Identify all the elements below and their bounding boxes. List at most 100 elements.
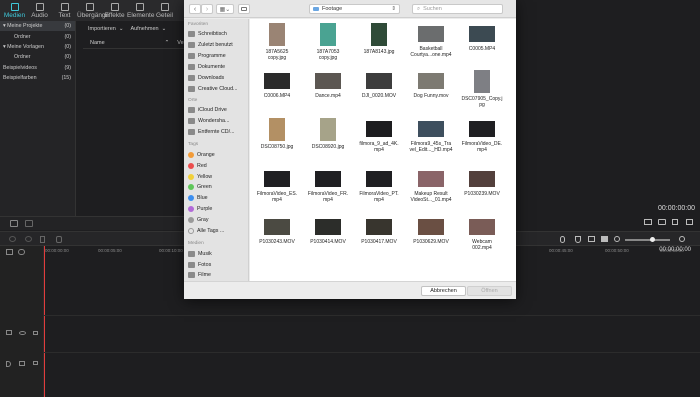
search-input[interactable]: ⌕ Suchen bbox=[412, 4, 503, 14]
import-chevron-icon[interactable]: ⌄ bbox=[119, 26, 124, 32]
editor-tab-3[interactable]: Übergänge bbox=[77, 3, 109, 21]
file-item[interactable]: P1030414.MOV bbox=[302, 216, 354, 245]
file-item[interactable]: FilmoraVideo_ES. mp4 bbox=[251, 168, 303, 203]
name-column-header[interactable]: Name bbox=[90, 40, 105, 46]
sidebar-favorite-item[interactable]: Zuletzt benutzt bbox=[188, 40, 248, 50]
sidebar-location-item[interactable]: iCloud Drive bbox=[188, 105, 248, 115]
sidebar-media-item[interactable]: Filme bbox=[188, 270, 248, 280]
sidebar-tag-item[interactable]: Gray bbox=[188, 215, 248, 225]
sidebar-tag-item[interactable]: Yellow bbox=[188, 172, 248, 182]
zoom-out-icon[interactable] bbox=[614, 236, 620, 242]
location-select[interactable]: Footage ⇕ bbox=[309, 4, 400, 14]
redo-icon[interactable] bbox=[25, 236, 32, 242]
open-button[interactable]: Öffnen bbox=[467, 286, 512, 296]
sort-icon[interactable]: ⌃ bbox=[165, 40, 170, 46]
fullscreen-icon[interactable] bbox=[686, 219, 693, 225]
cut-icon[interactable] bbox=[56, 236, 62, 243]
file-item[interactable]: P1030243.MOV bbox=[251, 216, 303, 245]
subtitle-icon[interactable] bbox=[588, 236, 595, 242]
folder-icon bbox=[313, 7, 319, 11]
undo-icon[interactable] bbox=[9, 236, 16, 242]
sidebar-media-item[interactable]: Musik bbox=[188, 249, 248, 259]
monitor-icon[interactable] bbox=[644, 219, 652, 225]
file-item[interactable]: 187A8143.jpg bbox=[353, 23, 405, 55]
file-item[interactable]: 187A5625 copy.jpg bbox=[251, 23, 303, 61]
sidebar-favorite-item[interactable]: Creative Cloud... bbox=[188, 84, 248, 94]
editor-tab-6[interactable]: Geteil bbox=[152, 3, 177, 21]
file-item[interactable]: P1030629.MOV bbox=[405, 216, 457, 245]
sidebar-media-item[interactable]: Fotos bbox=[188, 260, 248, 270]
editor-tab-0[interactable]: Medien bbox=[2, 3, 27, 22]
sidebar-tag-item[interactable]: Orange bbox=[188, 150, 248, 160]
folder-icon[interactable] bbox=[25, 220, 33, 227]
file-item[interactable]: P1030417.MOV bbox=[353, 216, 405, 245]
link-icon[interactable] bbox=[18, 249, 25, 255]
file-item[interactable]: DSC08920.jpg bbox=[302, 118, 354, 150]
sidebar-favorite-item[interactable]: Schreibtisch bbox=[188, 29, 248, 39]
zoom-slider-thumb[interactable] bbox=[650, 237, 655, 242]
mic-icon[interactable] bbox=[560, 236, 565, 243]
library-item[interactable]: ▾ Meine Projekte (0) bbox=[0, 21, 75, 32]
import-button[interactable]: Importieren bbox=[88, 26, 116, 32]
volume-icon[interactable] bbox=[672, 219, 678, 225]
sidebar-favorite-item[interactable]: Downloads bbox=[188, 73, 248, 83]
delete-icon[interactable] bbox=[40, 236, 45, 243]
file-item[interactable]: Makeup Result VideoSt..._01.mp4 bbox=[405, 168, 457, 203]
forward-button[interactable]: › bbox=[201, 4, 213, 14]
sidebar-tag-item[interactable]: Blue bbox=[188, 193, 248, 203]
sidebar-favorite-item[interactable]: Dokumente bbox=[188, 62, 248, 72]
new-folder-button[interactable] bbox=[238, 4, 250, 14]
file-item[interactable]: FilmoraVideo_PT. mp4 bbox=[353, 168, 405, 203]
file-item[interactable]: FilmoraVideo_FR. mp4 bbox=[302, 168, 354, 203]
file-item[interactable]: FilmoraVideo_DE. mp4 bbox=[456, 118, 508, 153]
editor-tab-5[interactable]: Elemente bbox=[127, 3, 154, 21]
zoom-in-icon[interactable] bbox=[679, 236, 685, 242]
file-item[interactable]: Webcam 002.mp4 bbox=[456, 216, 508, 251]
lock-icon[interactable] bbox=[33, 331, 38, 335]
record-chevron-icon[interactable]: ⌄ bbox=[162, 26, 167, 32]
editor-tab-1[interactable]: Audio bbox=[27, 3, 52, 21]
audio-mixer-icon[interactable] bbox=[601, 236, 608, 242]
file-item[interactable]: DSC08750.jpg bbox=[251, 118, 303, 150]
library-item[interactable]: Ordner (0) bbox=[0, 31, 75, 41]
file-item[interactable]: C0005.MP4 bbox=[456, 23, 508, 52]
video-track-icon bbox=[6, 330, 12, 335]
shield-icon[interactable] bbox=[575, 236, 581, 243]
file-item[interactable]: C0006.MP4 bbox=[251, 70, 303, 99]
sidebar-tag-item[interactable]: Green bbox=[188, 182, 248, 192]
new-folder-icon[interactable] bbox=[10, 220, 18, 227]
library-item[interactable]: ▾ Meine Vorlagen (0) bbox=[0, 42, 75, 52]
eye-icon[interactable] bbox=[19, 331, 26, 335]
sidebar-favorite-item[interactable]: Programme bbox=[188, 51, 248, 61]
sidebar-location-item[interactable]: Wondersha... bbox=[188, 116, 248, 126]
back-button[interactable]: ‹ bbox=[189, 4, 201, 14]
file-item[interactable]: DJI_0020.MOV bbox=[353, 70, 405, 99]
file-item[interactable]: DSC07905_Copy.j pg bbox=[456, 70, 508, 108]
file-name: Filmora9_45s_Tra vel_Edit..._HD.mp4 bbox=[409, 141, 453, 154]
library-item[interactable]: Ordner (0) bbox=[0, 52, 75, 62]
zoom-slider[interactable] bbox=[625, 239, 670, 241]
file-item[interactable]: filmora_9_ad_4K. mp4 bbox=[353, 118, 405, 153]
record-button[interactable]: Aufnehmen bbox=[130, 26, 158, 32]
camera-icon[interactable] bbox=[658, 219, 666, 225]
cancel-button[interactable]: Abbrechen bbox=[421, 286, 466, 296]
sidebar-tag-item[interactable]: Purple bbox=[188, 204, 248, 214]
file-item[interactable]: Basketball Courtya...one.mp4 bbox=[405, 23, 457, 58]
editor-tab-2[interactable]: Text bbox=[52, 3, 77, 21]
lock-icon[interactable] bbox=[33, 361, 38, 365]
sidebar-tag-item[interactable]: Alle Tags ... bbox=[188, 226, 248, 236]
add-track-icon[interactable] bbox=[6, 249, 13, 255]
editor-tab-4[interactable]: Effekte bbox=[102, 3, 127, 21]
playhead[interactable] bbox=[44, 246, 45, 397]
file-item[interactable]: 187A7053 copy.jpg bbox=[302, 23, 354, 61]
library-item[interactable]: Beispielfarben (15) bbox=[0, 73, 75, 83]
file-item[interactable]: Dance.mp4 bbox=[302, 70, 354, 99]
speaker-icon[interactable] bbox=[19, 361, 25, 366]
sidebar-tag-item[interactable]: Red bbox=[188, 161, 248, 171]
file-item[interactable]: Dog Funny.mov bbox=[405, 70, 457, 99]
view-mode-button[interactable]: ▦⌄ bbox=[216, 4, 234, 14]
file-item[interactable]: P1030239.MOV bbox=[456, 168, 508, 197]
library-item[interactable]: Beispielvideos (9) bbox=[0, 63, 75, 73]
sidebar-location-item[interactable]: Entfernte CD/... bbox=[188, 127, 248, 137]
file-item[interactable]: Filmora9_45s_Tra vel_Edit..._HD.mp4 bbox=[405, 118, 457, 153]
